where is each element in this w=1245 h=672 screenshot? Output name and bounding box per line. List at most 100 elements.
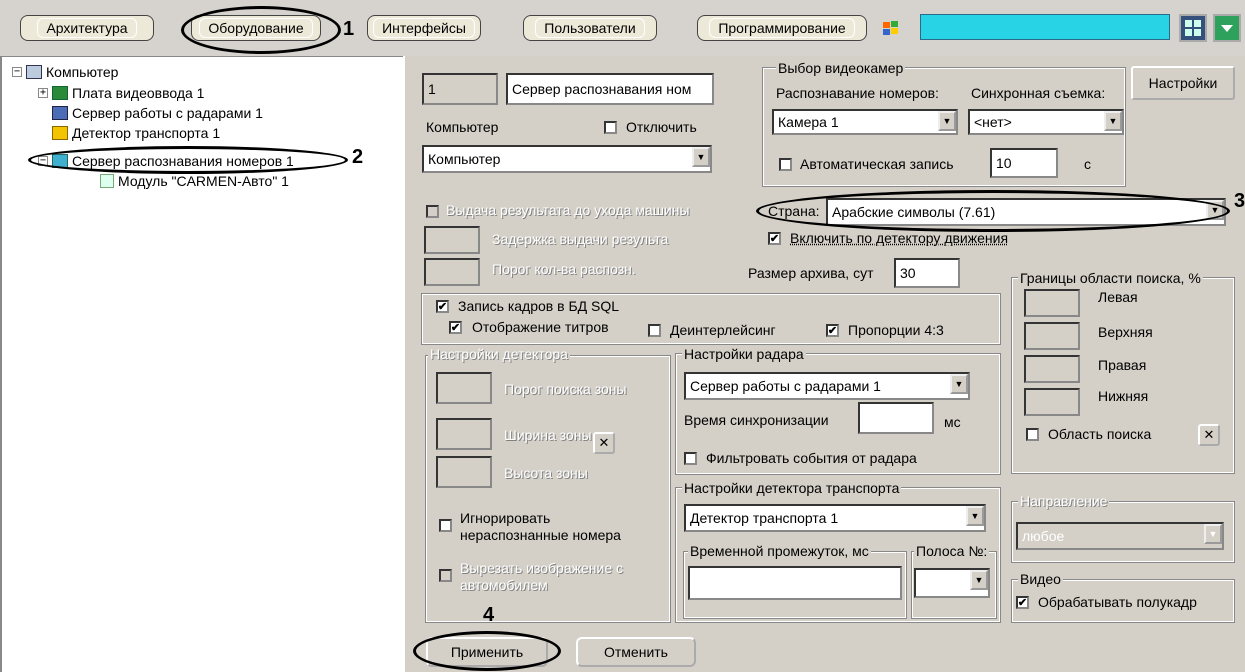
tree-label: Модуль "CARMEN-Авто" 1: [118, 173, 289, 189]
sync-time-unit: мс: [944, 414, 961, 430]
board-icon: [52, 86, 68, 100]
search-area-clear-icon[interactable]: ✕: [1198, 424, 1220, 446]
camera-select[interactable]: Камера 1 ▼: [772, 109, 958, 135]
ignore-unrecognized-checkbox[interactable]: [439, 519, 452, 532]
radar-filter-label: Фильтровать события от радара: [706, 450, 917, 466]
settings-button[interactable]: Настройки: [1131, 66, 1235, 100]
callout-ellipse-apply: [413, 631, 561, 671]
sync-time-label: Время синхронизации: [684, 412, 829, 428]
tree-item-radar-server[interactable]: Сервер работы с радарами 1: [52, 103, 263, 123]
sync-select[interactable]: <нет> ▼: [968, 109, 1124, 135]
left-bound-field[interactable]: [1024, 289, 1080, 317]
bottom-bound-field[interactable]: [1024, 388, 1080, 416]
cancel-button[interactable]: Отменить: [576, 637, 696, 667]
tree-item-computer[interactable]: − Компьютер: [12, 62, 118, 82]
top-bound-label: Верхняя: [1098, 324, 1153, 340]
dropdown-arrow-icon[interactable]: [1213, 14, 1241, 42]
deinterlace-checkbox[interactable]: [648, 324, 661, 337]
right-bound-field[interactable]: [1024, 355, 1080, 383]
aspect-checkbox[interactable]: ✔: [826, 324, 839, 337]
chevron-down-icon[interactable]: ▼: [692, 147, 710, 167]
zone-width-field[interactable]: [436, 418, 492, 450]
radar-filter-checkbox[interactable]: [684, 452, 697, 465]
archive-field[interactable]: 30: [894, 258, 960, 288]
cut-image-label: Вырезать изображение с автомобилем: [460, 560, 623, 593]
bottom-bound-label: Нижняя: [1098, 388, 1149, 404]
archive-label: Размер архива, сут: [748, 265, 874, 281]
search-area-label: Область поиска: [1048, 426, 1152, 442]
tree-label: Сервер работы с радарами 1: [72, 105, 263, 121]
direction-select[interactable]: любое ▼: [1016, 522, 1224, 550]
zone-clear-icon[interactable]: ✕: [593, 432, 615, 454]
chevron-down-icon[interactable]: ▼: [938, 111, 956, 131]
chevron-down-icon[interactable]: ▼: [950, 374, 968, 394]
video-group-title: Видео: [1018, 571, 1063, 587]
tab-label: Пользователи: [535, 18, 645, 38]
zone-height-field[interactable]: [436, 456, 492, 488]
lane-select[interactable]: ▼: [914, 568, 990, 598]
autorecord-field[interactable]: 10: [990, 148, 1058, 178]
result-before-exit-label: Выдача результата до ухода машины: [446, 202, 690, 218]
layout-grid-icon[interactable]: [1179, 14, 1207, 42]
radar-select[interactable]: Сервер работы с радарами 1 ▼: [684, 372, 970, 400]
collapse-icon[interactable]: −: [12, 67, 22, 77]
tab-label: Программирование: [709, 18, 855, 38]
callout-ellipse-country: [756, 190, 1230, 232]
tree-item-transport-detector[interactable]: Детектор транспорта 1: [52, 123, 220, 143]
time-interval-field[interactable]: [688, 566, 902, 600]
lane-label: Полоса №:: [914, 543, 990, 559]
zone-threshold-field[interactable]: [436, 372, 492, 404]
motion-detector-label: Включить по детектору движения: [790, 230, 1009, 246]
tab-users[interactable]: Пользователи: [523, 15, 657, 41]
tab-architecture[interactable]: Архитектура: [20, 15, 154, 41]
name-field[interactable]: Сервер распознавания ном: [506, 73, 714, 105]
motion-detector-checkbox[interactable]: ✔: [768, 232, 781, 245]
top-bound-field[interactable]: [1024, 322, 1080, 350]
callout-ellipse-server: [28, 146, 348, 174]
autorecord-label: Автоматическая запись: [800, 156, 954, 172]
tab-label: Интерфейсы: [373, 18, 475, 38]
server-icon: [52, 106, 68, 120]
result-delay-field[interactable]: [424, 226, 480, 254]
disable-checkbox[interactable]: [604, 121, 617, 134]
tree-item-capture-card[interactable]: + Плата видеоввода 1: [38, 83, 204, 103]
radar-group-title: Настройки радара: [682, 346, 806, 362]
cut-image-checkbox[interactable]: [439, 569, 452, 582]
transport-select[interactable]: Детектор транспорта 1 ▼: [684, 504, 986, 532]
tab-interfaces[interactable]: Интерфейсы: [367, 15, 481, 41]
select-value: любое: [1022, 528, 1065, 544]
right-bound-label: Правая: [1098, 357, 1147, 373]
sql-record-label: Запись кадров в БД SQL: [458, 298, 620, 314]
transport-group-title: Настройки детектора транспорта: [682, 480, 902, 496]
computer-select[interactable]: Компьютер ▼: [422, 145, 712, 173]
callout-number-2: 2: [352, 146, 364, 168]
detector-icon: [52, 126, 68, 140]
tree-item-carmen-module[interactable]: Модуль "CARMEN-Авто" 1: [100, 171, 289, 191]
half-frames-checkbox[interactable]: ✔: [1016, 596, 1029, 609]
time-interval-label: Временной промежуток, мс: [688, 543, 871, 559]
chevron-down-icon[interactable]: ▼: [970, 570, 988, 590]
tab-programming[interactable]: Программирование: [697, 15, 867, 41]
search-area-checkbox[interactable]: [1026, 428, 1039, 441]
result-before-exit-checkbox[interactable]: [426, 205, 439, 218]
result-delay-label: Задержка выдачи результа: [492, 231, 669, 247]
expand-icon[interactable]: +: [38, 88, 48, 98]
computer-icon: [26, 65, 42, 79]
detector-group-title: Настройки детектора: [428, 346, 570, 362]
module-icon: [100, 174, 114, 188]
sql-record-checkbox[interactable]: ✔: [436, 300, 449, 313]
windows-flag-icon[interactable]: [881, 18, 903, 36]
id-field[interactable]: 1: [422, 73, 498, 105]
camera-group-title: Выбор видеокамер: [776, 60, 906, 76]
sync-time-field[interactable]: [858, 402, 934, 434]
chevron-down-icon[interactable]: ▼: [1204, 524, 1222, 544]
callout-number-1: 1: [343, 18, 355, 40]
tree-label: Плата видеоввода 1: [72, 85, 205, 101]
autorecord-checkbox[interactable]: [779, 158, 792, 171]
chevron-down-icon[interactable]: ▼: [966, 506, 984, 526]
chevron-down-icon[interactable]: ▼: [1104, 111, 1122, 131]
select-value: <нет>: [974, 114, 1012, 130]
show-titles-checkbox[interactable]: ✔: [449, 321, 462, 334]
tree-label: Компьютер: [46, 64, 119, 80]
recog-threshold-field[interactable]: [424, 258, 480, 286]
